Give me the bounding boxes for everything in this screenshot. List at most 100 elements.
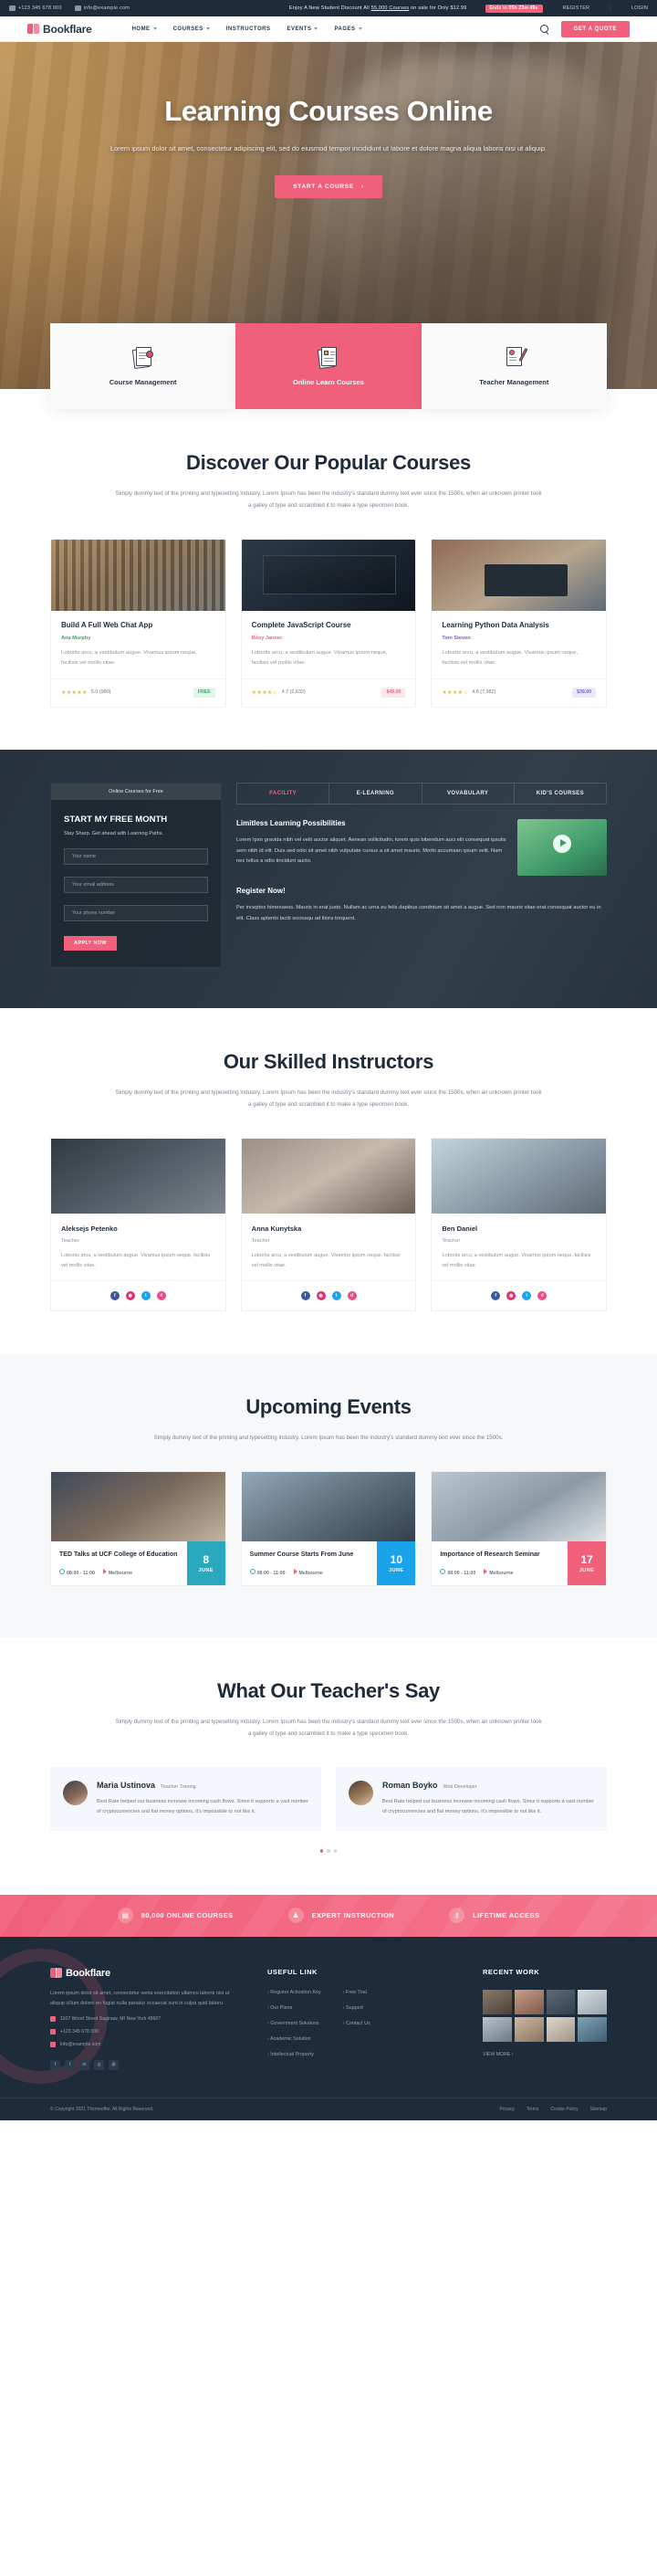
recent-work-thumb[interactable] [514, 2016, 544, 2042]
twitter-icon[interactable]: t [65, 2059, 75, 2070]
footer-link[interactable]: Contact Us [343, 2021, 370, 2026]
event-image [432, 1472, 607, 1542]
grid-icon[interactable]: ⊞ [109, 2059, 119, 2070]
google-icon[interactable]: g [94, 2059, 104, 2070]
footer-logo[interactable]: Bookflare [50, 1968, 244, 1979]
tab-vovabulary[interactable]: VOVABULARY [422, 783, 515, 804]
footer-email[interactable]: info@example.com [50, 2041, 244, 2047]
facebook-icon[interactable]: f [50, 2059, 60, 2070]
tab-e-learning[interactable]: E-LEARNING [329, 783, 422, 804]
feature-card-course-management[interactable]: Course Management [50, 323, 236, 409]
course-card[interactable]: Learning Python Data Analysis Tom Steven… [431, 539, 608, 708]
testimonial-role: Teacher Traning [161, 1784, 196, 1791]
tab-facility[interactable]: FACILITY [237, 783, 330, 804]
promo-video-thumbnail[interactable] [517, 818, 607, 876]
footer-link[interactable]: Intellectual Property [267, 2052, 321, 2057]
instagram-icon[interactable]: ◉ [125, 1291, 135, 1301]
privacy-link[interactable]: Privacy [499, 2107, 514, 2112]
footer-link[interactable]: Our Plans [267, 2005, 321, 2011]
course-author[interactable]: Tom Steven [442, 636, 596, 641]
footer-link[interactable]: Support [343, 2005, 370, 2011]
footer-phone[interactable]: +123 345 678 000 [50, 2028, 244, 2035]
view-more-link[interactable]: VIEW MORE › [483, 2052, 607, 2057]
promo-courses-link[interactable]: 55,000 Courses [371, 5, 410, 11]
event-date-badge: 17 JUNE [568, 1541, 607, 1585]
instructor-card[interactable]: Anna Kunytska Teacher Lobortis arcu, a v… [240, 1137, 417, 1312]
apply-now-button[interactable]: APPLY NOW [64, 935, 117, 951]
footer-links-list-1: Register Activation Key Our Plans Govern… [267, 1990, 321, 2067]
recent-work-thumb[interactable] [546, 2016, 576, 2042]
footer-links-heading: USEFUL LINK [267, 1967, 318, 1976]
brand-logo[interactable]: Bookflare [27, 23, 92, 36]
tab-kids-courses[interactable]: KID'S COURSES [515, 783, 606, 804]
footer-about-text: Lorem ipsum dolor sit amet, consectetur … [50, 1990, 230, 2006]
feature-label: Teacher Management [479, 378, 549, 386]
linkedin-icon[interactable]: in [79, 2059, 89, 2070]
twitter-icon[interactable]: t [141, 1291, 151, 1301]
start-a-course-button[interactable]: START A COURSE › [275, 175, 382, 199]
instagram-icon[interactable]: ◉ [506, 1291, 516, 1301]
feature-card-teacher-management[interactable]: Teacher Management [421, 323, 607, 409]
chevron-down-icon [205, 27, 210, 30]
social-links: f ◉ t d [51, 1280, 225, 1310]
event-day: 10 [390, 1553, 403, 1567]
twitter-icon[interactable]: t [522, 1291, 532, 1301]
nav-item-courses[interactable]: COURSES [173, 26, 210, 32]
recent-work-thumb[interactable] [483, 2016, 512, 2042]
email-field[interactable]: Your email address [64, 876, 208, 893]
topbar-phone[interactable]: +123 345 678 000 [9, 5, 62, 11]
play-button-icon[interactable] [553, 834, 571, 853]
footer-link[interactable]: Register Activation Key [267, 1990, 320, 1995]
event-card[interactable]: Summer Course Starts From June 08:00 - 1… [240, 1471, 417, 1586]
facebook-icon[interactable]: f [110, 1291, 120, 1301]
event-card[interactable]: TED Talks at UCF College of Education 08… [50, 1471, 226, 1586]
twitter-icon[interactable]: t [331, 1291, 341, 1301]
event-card[interactable]: Importance of Research Seminar 08:00 - 1… [431, 1471, 608, 1586]
name-field[interactable]: Your name [64, 847, 208, 865]
recent-work-thumb[interactable] [483, 1989, 512, 2014]
phone-field[interactable]: Your phone number [64, 904, 208, 921]
nav-item-events[interactable]: EVENTS [287, 26, 318, 32]
event-month: JUNE [198, 1568, 214, 1574]
footer-link[interactable]: Free Trial [343, 1990, 370, 1995]
footer-link[interactable]: Government Solutions [267, 2021, 321, 2026]
instagram-icon[interactable]: ◉ [316, 1291, 326, 1301]
recent-work-thumb[interactable] [546, 1989, 576, 2014]
course-card[interactable]: Complete JavaScript Course Rosy Janner L… [240, 539, 417, 708]
event-date-badge: 10 JUNE [377, 1541, 416, 1585]
recent-work-thumb[interactable] [578, 2016, 607, 2042]
nav-item-pages[interactable]: PAGES [334, 26, 362, 32]
instructor-card[interactable]: Ben Daniel Teacher Lobortis arcu, a vest… [431, 1137, 608, 1312]
nav-item-instructors[interactable]: INSTRUCTORS [226, 26, 271, 32]
instructor-card[interactable]: Aleksejs Petenko Teacher Lobortis arcu, … [50, 1137, 226, 1312]
search-icon[interactable] [539, 25, 548, 33]
dribbble-icon[interactable]: d [347, 1291, 357, 1301]
footer-link[interactable]: Academic Solution [267, 2036, 321, 2042]
course-title: Learning Python Data Analysis [442, 621, 549, 630]
course-card[interactable]: Build A Full Web Chat App Ana Murphy Lob… [50, 539, 226, 708]
course-author[interactable]: Rosy Janner [252, 636, 406, 641]
get-a-quote-button[interactable]: GET A QUOTE [560, 20, 630, 37]
dribbble-icon[interactable]: d [537, 1291, 548, 1301]
recent-work-thumb[interactable] [578, 1989, 607, 2014]
upcoming-events-section: Upcoming Events Simply dummy text of the… [0, 1353, 657, 1637]
cookie-policy-link[interactable]: Cookie Policy [550, 2107, 578, 2112]
facebook-icon[interactable]: f [491, 1291, 501, 1301]
terms-link[interactable]: Terms [527, 2107, 539, 2112]
carousel-dot-2[interactable] [327, 1849, 330, 1853]
nav-item-home[interactable]: HOME [132, 26, 157, 32]
sitemap-link[interactable]: Sitemap [590, 2107, 607, 2112]
social-links: f ◉ t d [241, 1280, 416, 1310]
topbar-email[interactable]: info@example.com [74, 5, 130, 11]
course-description: Lobortis arcu, a vestibulum augue. Vivam… [61, 650, 197, 667]
benefit-lifetime-access: ⚷ LIFETIME ACCESS [449, 1908, 539, 1924]
course-author[interactable]: Ana Murphy [61, 636, 215, 641]
recent-work-thumb[interactable] [514, 1989, 544, 2014]
facebook-icon[interactable]: f [300, 1291, 310, 1301]
feature-card-online-learn-courses[interactable]: Online Learn Courses [235, 323, 422, 409]
carousel-dot-3[interactable] [333, 1849, 338, 1853]
login-link[interactable]: LOGIN [631, 5, 648, 11]
dribbble-icon[interactable]: d [156, 1291, 166, 1301]
register-link[interactable]: REGISTER [563, 5, 590, 11]
carousel-dot-1[interactable] [319, 1849, 324, 1853]
